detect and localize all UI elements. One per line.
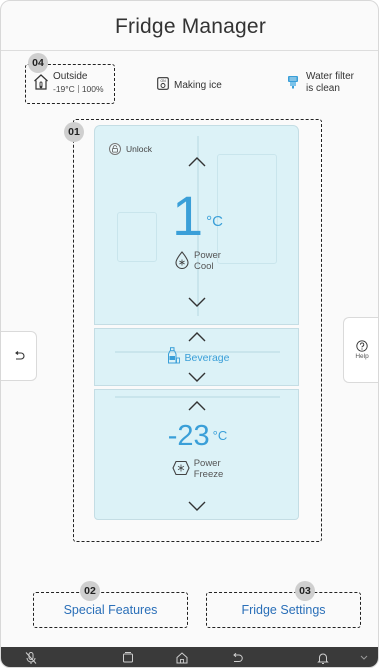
back-side-button[interactable]: [1, 331, 37, 381]
water-filter-icon: [287, 75, 299, 92]
power-cool-line1: Power: [194, 250, 221, 261]
beverage-label: Beverage: [184, 352, 230, 364]
fridge-settings-button[interactable]: Fridge Settings: [206, 593, 361, 627]
chevron-down-icon[interactable]: [187, 371, 207, 383]
help-icon: [356, 340, 368, 352]
filter-status: Water filter is clean: [287, 71, 354, 95]
recent-apps-icon[interactable]: [121, 651, 135, 665]
help-side-button[interactable]: Help: [343, 317, 378, 383]
system-navbar: [1, 647, 378, 667]
return-arrow-icon: [14, 351, 24, 360]
power-cool-mode[interactable]: Power Cool: [95, 250, 300, 272]
chevron-down-icon[interactable]: [187, 500, 207, 512]
chevron-up-icon[interactable]: [187, 331, 207, 343]
bottle-icon: [166, 347, 180, 369]
home-icon[interactable]: [175, 651, 189, 665]
special-features-button[interactable]: Special Features: [33, 593, 188, 627]
fridge-temp-value: 1: [172, 184, 204, 247]
fridge-diagram: Unlock 1 °C Power Cool Beverage -23 °C P…: [94, 125, 299, 520]
fridge-temperature: 1 °C: [95, 188, 300, 244]
freezer-temp-unit: °C: [212, 428, 228, 443]
power-cool-line2: Cool: [194, 261, 214, 272]
notification-bell-icon[interactable]: [316, 651, 330, 665]
filter-label-line1: Water filter: [306, 71, 354, 82]
fridge-compartment-upper[interactable]: Unlock 1 °C Power Cool: [94, 125, 299, 325]
power-freeze-line2: Freeze: [193, 469, 224, 480]
unlock-control[interactable]: Unlock: [109, 143, 152, 155]
fridge-manager-screen: Fridge Manager Outside -19°C 100% ON Mak…: [0, 0, 379, 668]
drawer-line: [115, 396, 280, 398]
ice-label: Making ice: [174, 79, 222, 91]
power-freeze-icon: [172, 460, 190, 479]
fridge-temp-unit: °C: [206, 213, 223, 230]
ice-status: ON Making ice: [157, 77, 222, 93]
back-icon[interactable]: [230, 651, 244, 665]
freezer-compartment[interactable]: -23 °C Power Freeze: [94, 389, 299, 520]
power-freeze-line1: Power: [193, 458, 221, 469]
callout-number-01: 01: [64, 122, 84, 142]
filter-label-line2: is clean: [306, 83, 340, 94]
callout-number-04: 04: [28, 53, 48, 73]
chevron-down-icon[interactable]: [187, 296, 207, 308]
freezer-temp-value: -23: [167, 420, 210, 452]
svg-text:ON: ON: [160, 79, 166, 83]
freezer-temperature: -23 °C: [95, 420, 300, 452]
power-cool-icon: [174, 250, 190, 272]
unlock-label: Unlock: [126, 144, 152, 154]
mic-off-icon[interactable]: [24, 651, 38, 665]
unlock-icon: [109, 143, 121, 155]
chevron-up-icon[interactable]: [187, 400, 207, 412]
beverage-compartment[interactable]: Beverage: [94, 328, 299, 386]
chevron-down-icon[interactable]: [359, 651, 369, 665]
page-title: Fridge Manager: [114, 15, 267, 38]
help-label: Help: [355, 353, 369, 360]
power-freeze-mode[interactable]: Power Freeze: [95, 458, 300, 480]
ice-maker-icon: ON: [157, 77, 169, 93]
title-divider: [1, 50, 378, 51]
chevron-up-icon[interactable]: [187, 156, 207, 168]
beverage-mode: Beverage: [95, 347, 300, 369]
